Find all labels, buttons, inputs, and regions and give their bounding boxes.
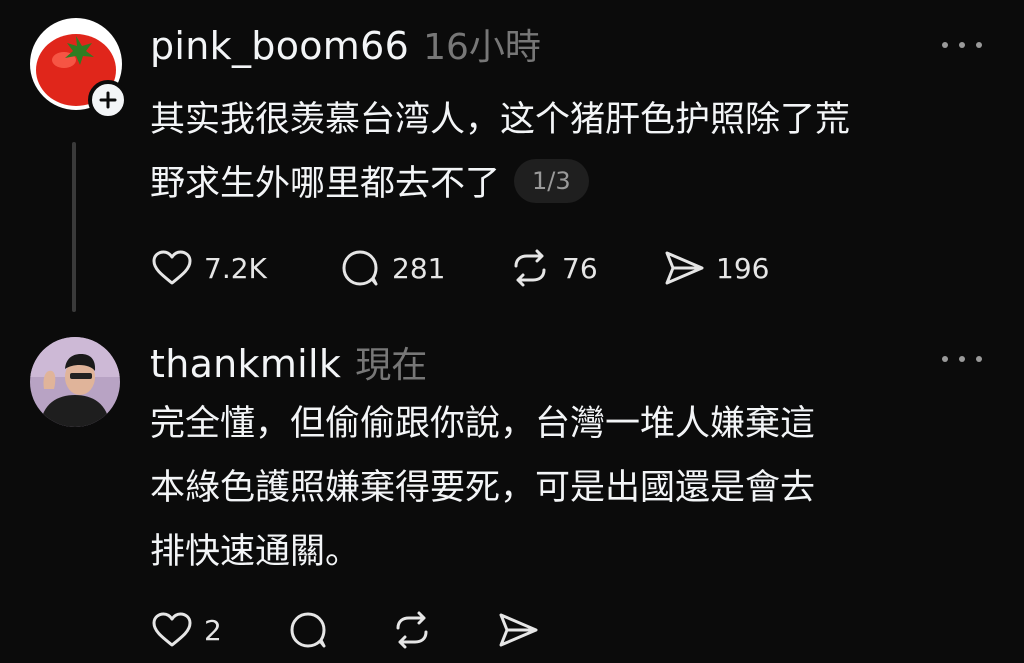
- repost-count: 76: [562, 251, 598, 285]
- username[interactable]: pink_boom66: [150, 24, 409, 68]
- repost-button[interactable]: [390, 610, 434, 650]
- heart-icon: [152, 612, 192, 647]
- username[interactable]: thankmilk: [150, 342, 341, 386]
- repost-button[interactable]: 76: [508, 248, 598, 288]
- comment-count: 281: [392, 251, 446, 285]
- repost-icon: [396, 611, 428, 649]
- post-text-line: 野求生外哪里都去不了 1/3: [150, 152, 1000, 216]
- post-text-line: 完全懂，但偷偷跟你說，台灣一堆人嫌棄這: [150, 404, 816, 444]
- person-avatar[interactable]: [30, 337, 120, 427]
- repost-icon: [514, 249, 546, 287]
- post-header: pink_boom66 16小時: [150, 18, 541, 70]
- post-text-line: 本綠色護照嫌棄得要死，可是出國還是會去: [150, 468, 816, 508]
- timestamp: 16小時: [423, 27, 541, 68]
- plus-icon: [99, 91, 117, 109]
- page-indicator: 1/3: [514, 159, 589, 203]
- send-icon: [665, 251, 704, 285]
- send-icon: [499, 613, 538, 647]
- thread-connector: [72, 142, 76, 312]
- comment-button[interactable]: 281: [338, 248, 445, 288]
- share-button[interactable]: 196: [662, 248, 769, 288]
- post-text-line: 其实我很羡慕台湾人，这个猪肝色护照除了荒: [150, 100, 851, 140]
- more-options-icon[interactable]: [942, 354, 982, 364]
- post-thankmilk: thankmilk 現在 完全懂，但偷偷跟你說，台灣一堆人嫌棄這 本綠色護照嫌棄…: [0, 330, 1024, 663]
- follow-button[interactable]: [88, 80, 128, 120]
- comment-icon: [290, 612, 326, 648]
- post-text: 完全懂，但偷偷跟你說，台灣一堆人嫌棄這 本綠色護照嫌棄得要死，可是出國還是會去 …: [150, 392, 1000, 584]
- post-text: 其实我很羡慕台湾人，这个猪肝色护照除了荒 野求生外哪里都去不了 1/3: [150, 88, 1000, 216]
- post-header: thankmilk 現在: [150, 336, 427, 388]
- share-count: 196: [716, 251, 770, 285]
- post-pink-boom66: pink_boom66 16小時 其实我很羡慕台湾人，这个猪肝色护照除了荒 野求…: [0, 0, 1024, 330]
- like-button[interactable]: 2: [150, 610, 222, 650]
- heart-icon: [152, 250, 192, 285]
- more-options-icon[interactable]: [942, 40, 982, 50]
- post-text-line: 排快速通關。: [150, 532, 361, 572]
- timestamp: 現在: [355, 345, 428, 386]
- like-count: 7.2K: [204, 251, 267, 285]
- comment-button[interactable]: [286, 610, 330, 650]
- like-button[interactable]: 7.2K: [150, 248, 267, 288]
- share-button[interactable]: [496, 610, 540, 650]
- like-count: 2: [204, 613, 222, 647]
- comment-icon: [342, 250, 378, 286]
